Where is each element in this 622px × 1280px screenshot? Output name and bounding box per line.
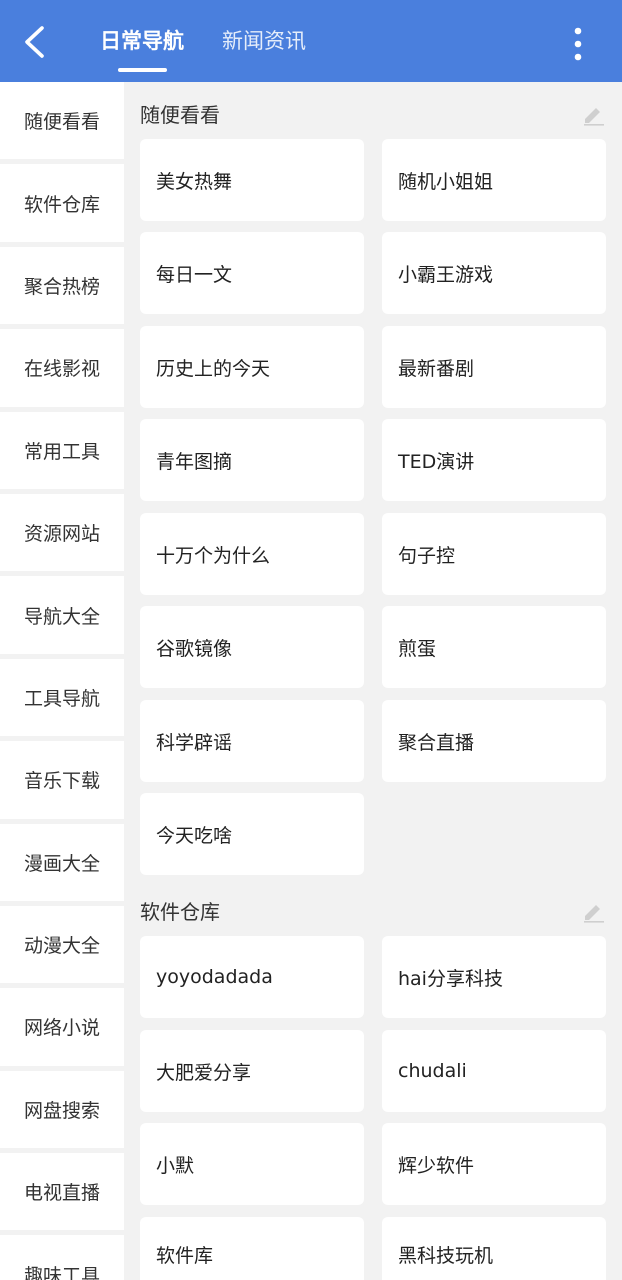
nav-card[interactable]: 大肥爱分享	[140, 1030, 364, 1112]
nav-card[interactable]: yoyodadada	[140, 936, 364, 1018]
tab-news[interactable]: 新闻资讯	[222, 24, 306, 58]
sidebar-item-comics[interactable]: 漫画大全	[0, 824, 124, 906]
nav-card[interactable]: 小霸王游戏	[382, 232, 606, 314]
sidebar-item-fun-tools[interactable]: 趣味工具	[0, 1235, 124, 1280]
nav-card[interactable]: TED演讲	[382, 419, 606, 501]
back-arrow-icon	[25, 26, 44, 58]
sidebar-item-resource-sites[interactable]: 资源网站	[0, 494, 124, 577]
more-menu-button[interactable]	[560, 24, 596, 64]
section-title: 软件仓库	[140, 900, 220, 924]
section-title: 随便看看	[140, 103, 220, 127]
nav-card[interactable]: 每日一文	[140, 232, 364, 314]
section-header-random: 随便看看	[140, 100, 606, 130]
app-bar: 日常导航 新闻资讯	[0, 0, 622, 82]
nav-card[interactable]: 句子控	[382, 513, 606, 595]
nav-card[interactable]: hai分享科技	[382, 936, 606, 1018]
nav-card[interactable]: 最新番剧	[382, 326, 606, 408]
sidebar-item-anime[interactable]: 动漫大全	[0, 906, 124, 989]
sidebar-item-tv-live[interactable]: 电视直播	[0, 1153, 124, 1236]
nav-card[interactable]: 煎蛋	[382, 606, 606, 688]
sidebar-item-music-download[interactable]: 音乐下载	[0, 741, 124, 824]
section-header-software: 软件仓库	[140, 897, 606, 927]
nav-card[interactable]: 十万个为什么	[140, 513, 364, 595]
sidebar-item-common-tools[interactable]: 常用工具	[0, 412, 124, 494]
sidebar-item-random[interactable]: 随便看看	[0, 82, 124, 165]
nav-card[interactable]: 小默	[140, 1123, 364, 1205]
back-button[interactable]	[14, 22, 54, 62]
nav-card[interactable]: 青年图摘	[140, 419, 364, 501]
edit-section-button[interactable]	[582, 901, 606, 923]
nav-card[interactable]: 今天吃啥	[140, 793, 364, 875]
sidebar-item-hot-list[interactable]: 聚合热榜	[0, 247, 124, 330]
content-panel: 随便看看 美女热舞 随机小姐姐 每日一文 小霸王游戏 历史上的今天 最新番剧 青…	[124, 82, 622, 1280]
sidebar-item-novels[interactable]: 网络小说	[0, 988, 124, 1071]
nav-card[interactable]: 黑科技玩机	[382, 1217, 606, 1280]
sidebar-item-tool-nav[interactable]: 工具导航	[0, 659, 124, 742]
edit-section-button[interactable]	[582, 104, 606, 126]
edit-pencil-icon	[584, 905, 604, 923]
category-sidebar: 随便看看 软件仓库 聚合热榜 在线影视 常用工具 资源网站 导航大全 工具导航 …	[0, 82, 124, 1280]
nav-card[interactable]: 随机小姐姐	[382, 139, 606, 221]
nav-card[interactable]: 科学辟谣	[140, 700, 364, 782]
nav-card[interactable]: 美女热舞	[140, 139, 364, 221]
sidebar-item-nav-collection[interactable]: 导航大全	[0, 576, 124, 659]
sidebar-item-software[interactable]: 软件仓库	[0, 164, 124, 247]
nav-card[interactable]: 聚合直播	[382, 700, 606, 782]
nav-card[interactable]: 谷歌镜像	[140, 606, 364, 688]
nav-card[interactable]: 软件库	[140, 1217, 364, 1280]
edit-pencil-icon	[584, 108, 604, 126]
more-vertical-icon	[574, 27, 582, 61]
nav-card[interactable]: chudali	[382, 1030, 606, 1112]
nav-card[interactable]: 历史上的今天	[140, 326, 364, 408]
tab-indicator	[118, 68, 167, 72]
tab-daily-navigation[interactable]: 日常导航	[100, 24, 184, 58]
sidebar-item-online-video[interactable]: 在线影视	[0, 329, 124, 412]
nav-card[interactable]: 辉少软件	[382, 1123, 606, 1205]
sidebar-item-netdisk-search[interactable]: 网盘搜索	[0, 1071, 124, 1154]
